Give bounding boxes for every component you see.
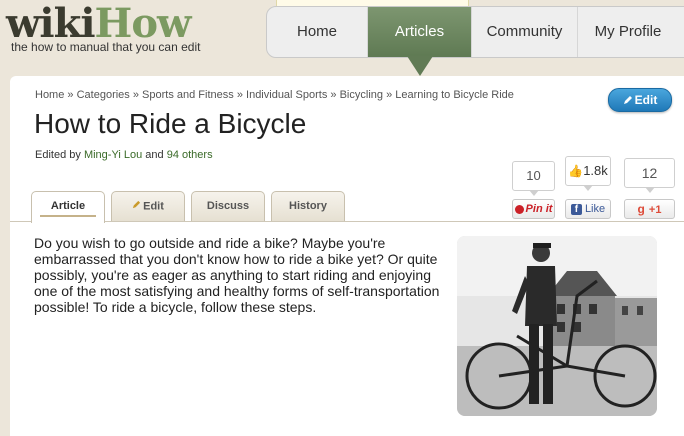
tabs-baseline [10,221,684,222]
fb-like-count-value: 1.8k [583,163,608,178]
others-link[interactable]: 94 others [167,149,213,161]
edited-by-prefix: Edited by [35,149,81,161]
breadcrumb-learning-to-bicycle-ride[interactable]: Learning to Bicycle Ride [395,89,514,101]
tab-discuss[interactable]: Discuss [191,191,265,221]
edited-by-and: and [145,149,164,161]
man-with-bicycle-illustration [457,236,657,416]
page-title: How to Ride a Bicycle [34,108,307,139]
pinit-count: 10 [512,161,555,196]
breadcrumb-sports-and-fitness[interactable]: Sports and Fitness [142,89,234,101]
breadcrumb-categories[interactable]: Categories [77,89,130,101]
breadcrumb-separator: » [236,89,243,101]
pencil-icon [132,192,141,221]
article-intro: Do you wish to go outside and ride a bik… [34,235,440,315]
tab-history[interactable]: History [271,191,345,221]
main-nav: Home Articles Community My Profile [266,6,684,58]
pinit-button[interactable]: Pin it [512,199,555,219]
breadcrumb-separator: » [67,89,74,101]
breadcrumb: Home » Categories » Sports and Fitness »… [35,89,514,101]
fb-like-button[interactable]: f Like [565,199,611,219]
tab-edit-label: Edit [143,200,164,213]
fb-like-count: 👍1.8k [565,156,611,191]
tab-article-label: Article [50,200,86,212]
nav-articles[interactable]: Articles [368,7,471,57]
tab-edit[interactable]: Edit [111,191,185,221]
breadcrumb-separator: » [330,89,337,101]
gplus-count: 12 [624,158,675,193]
breadcrumb-home[interactable]: Home [35,89,64,101]
nav-community[interactable]: Community [472,7,577,57]
edited-by: Edited by Ming-Yi Lou and 94 others [35,149,213,161]
edit-button-label: Edit [634,93,658,107]
article-photo[interactable] [457,236,657,416]
gplus-label: +1 [648,204,662,216]
tagline: the how to manual that you can edit [11,40,201,54]
thumbs-up-icon: 👍 [568,164,584,178]
edit-button[interactable]: Edit [608,88,672,112]
pencil-icon [623,90,633,112]
tab-article[interactable]: Article [31,191,105,223]
breadcrumb-separator: » [132,89,139,101]
breadcrumb-individual-sports[interactable]: Individual Sports [246,89,327,101]
pinterest-icon [514,204,524,214]
google-plus-icon: g [637,202,645,216]
breadcrumb-bicycling[interactable]: Bicycling [340,89,383,101]
nav-active-pointer [407,56,433,76]
active-tab-underline [40,215,96,217]
author-link[interactable]: Ming-Yi Lou [84,149,142,161]
nav-home[interactable]: Home [267,7,367,57]
fb-like-label: Like [584,203,606,215]
nav-my-profile[interactable]: My Profile [578,7,678,57]
facebook-icon: f [570,203,582,215]
breadcrumb-separator: » [386,89,393,101]
gplus-button[interactable]: g +1 [624,199,675,219]
pinit-label: Pin it [525,203,553,215]
